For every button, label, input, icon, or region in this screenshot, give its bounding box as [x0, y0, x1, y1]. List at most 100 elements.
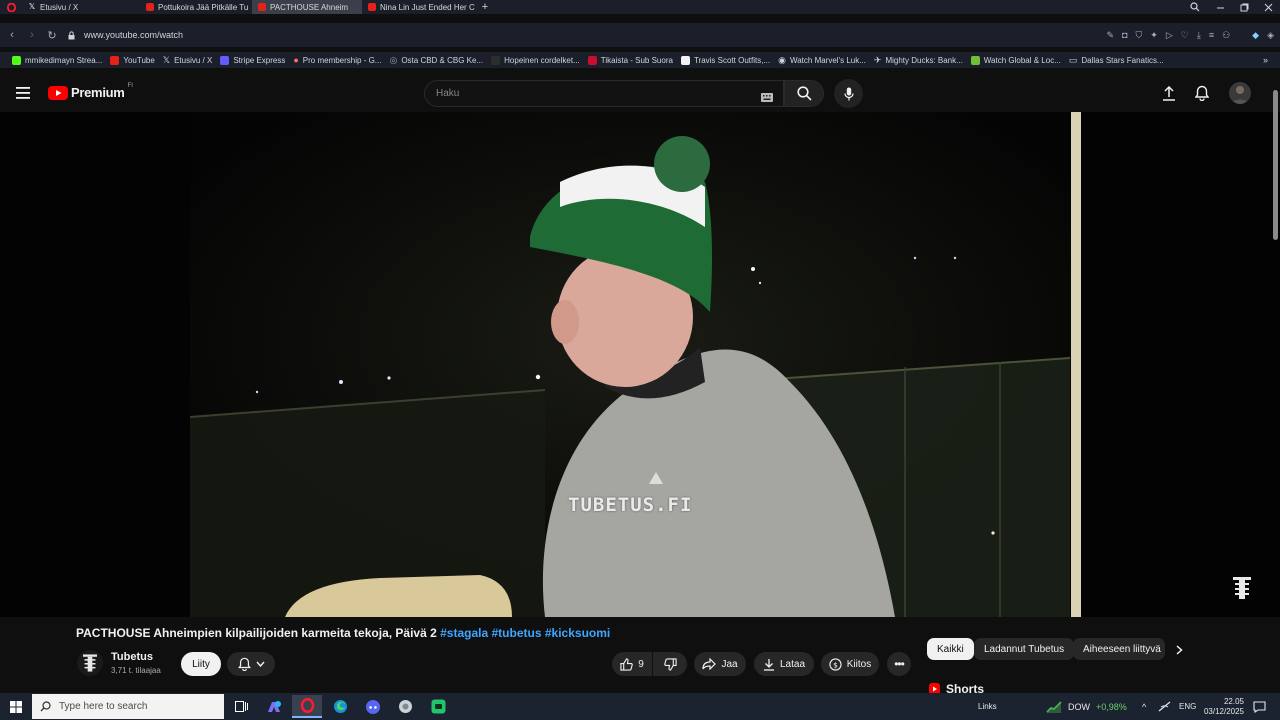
channel-avatar[interactable] [77, 650, 103, 676]
notification-center-icon[interactable] [1253, 693, 1266, 720]
close-icon[interactable] [1264, 0, 1273, 14]
download-button[interactable]: Lataa [754, 652, 814, 676]
opera-browser-icon[interactable] [292, 695, 322, 718]
settings-icon[interactable]: ◈ [1267, 30, 1274, 41]
channel-name[interactable]: Tubetus [111, 651, 153, 663]
join-button[interactable]: Liity [181, 652, 221, 676]
edge-browser-icon[interactable] [325, 695, 355, 718]
globe-icon: ◎ [389, 54, 398, 65]
share-button[interactable]: Jaa [694, 652, 746, 676]
bookmark-label: Etusivu / X [174, 55, 213, 65]
back-icon[interactable]: ‹ [2, 29, 22, 41]
tab-nina-lin[interactable]: Nina Lin Just Ended Her C [362, 0, 476, 14]
show-hidden-icons-icon[interactable]: ^ [1142, 693, 1146, 720]
task-view-icon[interactable] [226, 695, 256, 718]
bookmarks-overflow-icon[interactable]: » [1263, 55, 1268, 65]
hashtag-link[interactable]: #tubetus [492, 626, 542, 640]
reload-icon[interactable]: ↻ [42, 29, 62, 42]
copilot-icon[interactable] [259, 695, 289, 718]
channel-watermark-icon[interactable] [1233, 577, 1251, 604]
page-scrollbar[interactable] [1273, 90, 1278, 240]
youtube-icon [368, 3, 376, 11]
hashtag-link[interactable]: #stagala [440, 626, 488, 640]
thanks-button[interactable]: $ Kiitos [821, 652, 879, 676]
subscribed-notifications-button[interactable] [227, 652, 275, 676]
chip-label: Kaikki [937, 643, 964, 655]
tab-pacthouse[interactable]: PACTHOUSE Ahneim [252, 0, 362, 14]
stock-widget[interactable]: DOW +0,98% [1046, 693, 1127, 720]
bookmark-item[interactable]: ◎ Osta CBD & CBG Ke... [385, 55, 487, 66]
forward-icon[interactable]: › [22, 29, 42, 41]
windows-start-icon[interactable] [10, 700, 22, 718]
upload-icon[interactable] [1162, 85, 1176, 106]
extension-icon[interactable]: ✦ [1150, 30, 1158, 41]
edit-icon[interactable]: ✎ [1107, 30, 1115, 41]
store-icon [680, 55, 690, 65]
heart-icon[interactable]: ♡ [1181, 30, 1189, 41]
bookmark-item[interactable]: ▭ Dallas Stars Fanatics... [1065, 55, 1168, 66]
search-input[interactable]: Haku [424, 80, 784, 107]
bookmark-label: Watch Global & Loc... [983, 55, 1061, 65]
clock[interactable]: 22.05 03/12/2025 [1202, 693, 1244, 720]
minimize-icon[interactable] [1216, 0, 1225, 14]
download-icon[interactable]: ⤓ [1197, 30, 1201, 41]
hamburger-menu-icon[interactable] [16, 86, 33, 100]
keyboard-icon[interactable] [761, 89, 773, 107]
language-indicator[interactable]: ENG [1179, 693, 1196, 720]
ai-icon[interactable]: ◆ [1252, 30, 1259, 41]
menu-icon[interactable]: ≡ [1209, 30, 1214, 40]
chips-next-icon[interactable] [1170, 642, 1188, 658]
links-toolbar[interactable]: Links [978, 693, 997, 720]
youtube-premium-logo[interactable]: Premium FI [48, 83, 133, 100]
url-field[interactable]: www.youtube.com/watch [84, 30, 183, 40]
search-button[interactable] [784, 80, 824, 107]
like-button[interactable]: 9 [612, 652, 652, 676]
camera-icon[interactable]: ◘ [1122, 30, 1127, 40]
bookmark-item[interactable]: Watch Global & Loc... [967, 55, 1065, 65]
bookmark-folder-icon: ▭ [1068, 54, 1078, 65]
tab-pottukoira[interactable]: Pottukoira Jää Pitkälle Tu [140, 0, 252, 14]
bookmark-item[interactable]: ◉ Watch Marvel's Luk... [774, 55, 870, 66]
youtube-header: Premium FI Haku [0, 76, 1280, 112]
play-icon[interactable]: ▷ [1166, 30, 1173, 41]
bookmark-item[interactable]: Tikaista - Sub Suora [584, 55, 677, 65]
chat-app-icon[interactable] [423, 695, 453, 718]
bookmark-item[interactable]: mmikedimayn Strea... [8, 55, 106, 65]
bookmark-item[interactable]: Travis Scott Outfits,... [677, 55, 774, 65]
tab-label: Etusivu / X [40, 2, 79, 12]
hashtag-link[interactable]: #kicksuomi [545, 626, 610, 640]
new-tab-button[interactable]: + [476, 1, 494, 13]
taskbar-search-input[interactable]: Type here to search [32, 694, 224, 719]
notifications-bell-icon[interactable] [1194, 85, 1210, 106]
bookmark-item[interactable]: ● Pro membership - G... [289, 55, 385, 65]
subscriber-count: 3,71 t. tilaajaa [111, 666, 161, 675]
tab-etusivu[interactable]: 𝕏 Etusivu / X [22, 0, 140, 14]
bookmark-item[interactable]: Stripe Express [216, 55, 289, 65]
tab-search-icon[interactable] [1190, 0, 1200, 14]
clock-time: 22.05 [1223, 696, 1244, 706]
video-player[interactable]: TUBETUS.FI [0, 112, 1280, 617]
tv-icon [970, 55, 980, 65]
bookmark-item[interactable]: Hopeinen cordelket... [487, 55, 584, 65]
more-actions-button[interactable]: ••• [887, 652, 911, 676]
bookmark-item[interactable]: 𝕏 Etusivu / X [159, 55, 217, 66]
chip-related[interactable]: Aiheeseen liittyvä [1073, 638, 1165, 660]
join-label: Liity [192, 658, 210, 670]
globe-icon: ◉ [778, 54, 786, 65]
bookmark-item[interactable]: YouTube [106, 55, 158, 65]
discord-icon[interactable] [358, 695, 388, 718]
profile-icon[interactable]: ⚇ [1222, 30, 1230, 41]
voice-search-button[interactable] [834, 79, 863, 108]
restore-icon[interactable] [1240, 0, 1249, 14]
chip-all[interactable]: Kaikki [927, 638, 974, 660]
avatar[interactable] [1229, 82, 1251, 104]
opera-logo-icon[interactable] [0, 2, 22, 12]
bookmark-item[interactable]: ✈ Mighty Ducks: Bank... [870, 55, 967, 66]
youtube-icon [146, 3, 154, 11]
dislike-button[interactable] [653, 652, 687, 676]
network-icon[interactable] [1158, 693, 1171, 720]
shield-icon[interactable]: ⛉ [1136, 30, 1143, 41]
bookmark-label: Watch Marvel's Luk... [789, 55, 866, 65]
chip-uploaded-by[interactable]: Ladannut Tubetus [974, 638, 1075, 660]
app-icon[interactable] [390, 695, 420, 718]
